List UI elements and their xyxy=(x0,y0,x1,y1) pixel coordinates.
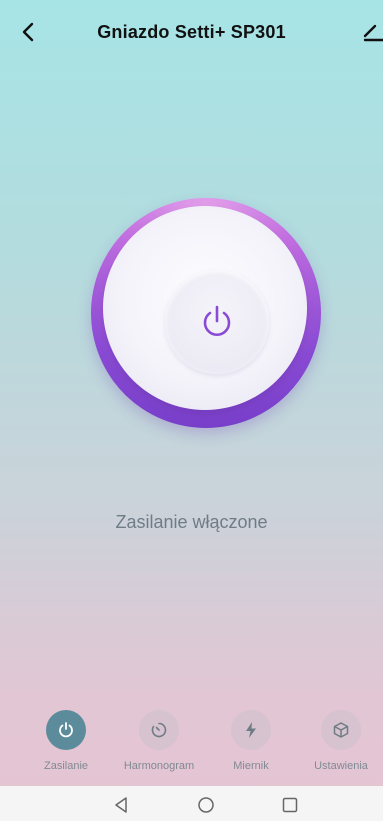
page-title: Gniazdo Setti+ SP301 xyxy=(97,22,286,42)
cube-icon xyxy=(333,722,349,738)
edit-button[interactable] xyxy=(363,18,383,46)
edit-icon xyxy=(363,24,383,42)
tab-label: Harmonogram xyxy=(123,760,195,772)
timer-icon xyxy=(151,722,167,738)
recents-square-icon xyxy=(282,797,298,813)
tab-ustawienia[interactable]: Ustawienia xyxy=(293,710,383,772)
tab-zasilanie[interactable]: Zasilanie xyxy=(18,710,114,772)
tab-icon-container xyxy=(321,710,361,750)
tab-icon-container xyxy=(46,710,86,750)
home-circle-icon xyxy=(198,797,214,813)
power-status-text: Zasilanie włączone xyxy=(115,512,268,532)
tab-icon-container xyxy=(231,710,271,750)
power-icon xyxy=(59,722,73,738)
power-dial xyxy=(91,198,321,428)
system-nav-bar xyxy=(0,786,383,821)
tab-label: Zasilanie xyxy=(43,760,89,772)
app-screen: Gniazdo Setti+ SP301 Zasilanie włączone xyxy=(0,0,383,821)
tab-label: Ustawienia xyxy=(314,760,368,772)
dial-face xyxy=(103,206,307,410)
lightning-icon xyxy=(246,722,256,738)
tab-label: Miernik xyxy=(233,760,269,772)
tab-harmonogram[interactable]: Harmonogram xyxy=(111,710,207,772)
back-triangle-icon xyxy=(115,797,127,813)
tab-icon-container xyxy=(139,710,179,750)
header: Gniazdo Setti+ SP301 xyxy=(0,0,383,64)
nav-home-button[interactable] xyxy=(195,794,217,816)
power-toggle-button[interactable] xyxy=(165,270,269,374)
power-icon xyxy=(203,305,231,336)
nav-back-button[interactable] xyxy=(110,794,132,816)
nav-recents-button[interactable] xyxy=(279,794,301,816)
tab-miernik[interactable]: Miernik xyxy=(203,710,299,772)
bottom-tab-bar: Zasilanie Harmonogram Miernik Ustawienia xyxy=(0,700,383,784)
